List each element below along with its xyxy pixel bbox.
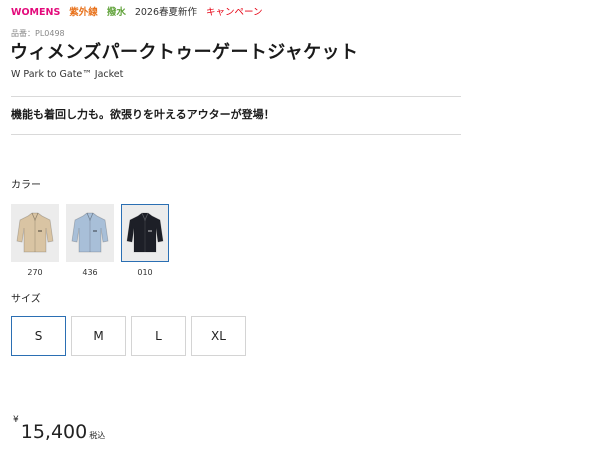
- swatch-code: 010: [137, 268, 153, 277]
- size-label: サイズ: [11, 294, 41, 305]
- swatch-code: 270: [27, 268, 43, 277]
- tag-water-repellent[interactable]: 撥水: [107, 7, 126, 19]
- price-amount: 15,400: [20, 421, 88, 443]
- price-tax-label: 税込: [89, 431, 106, 440]
- product-number: 品番：PL0498: [11, 29, 65, 39]
- tag-campaign[interactable]: キャンペーン: [206, 7, 263, 19]
- product-number-label: 品番：: [11, 29, 35, 38]
- swatch-thumbnail[interactable]: [66, 204, 114, 262]
- jacket-icon: [16, 212, 54, 253]
- size-button-xl[interactable]: XL: [191, 316, 246, 356]
- color-swatches: 270 436 010: [11, 204, 169, 278]
- product-title-en: W Park to Gate™ Jacket: [11, 69, 124, 80]
- jacket-icon: [71, 212, 109, 253]
- color-swatch-270[interactable]: 270: [11, 204, 59, 278]
- catch-copy: 機能も着回し力も。欲張りを叶えるアウターが登場！: [11, 108, 275, 121]
- color-swatch-436[interactable]: 436: [66, 204, 114, 278]
- tag-new-season[interactable]: 2026春夏新作: [135, 7, 197, 19]
- jacket-icon: [126, 212, 164, 253]
- product-title: ウィメンズパークトゥーゲートジャケット: [10, 42, 359, 63]
- size-button-l[interactable]: L: [131, 316, 186, 356]
- tag-uv[interactable]: 紫外線: [69, 7, 98, 19]
- product-tags: WOMENS 紫外線 撥水 2026春夏新作 キャンペーン: [11, 7, 263, 19]
- divider-top: [11, 96, 461, 97]
- price: ¥ 15,400 税込: [13, 414, 105, 444]
- price-currency: ¥: [13, 415, 19, 425]
- swatch-thumbnail[interactable]: [121, 204, 169, 262]
- divider-bottom: [11, 134, 461, 135]
- size-button-m[interactable]: M: [71, 316, 126, 356]
- color-label: カラー: [11, 180, 41, 191]
- tag-womens[interactable]: WOMENS: [11, 7, 60, 19]
- swatch-code: 436: [82, 268, 98, 277]
- product-detail-page: WOMENS 紫外線 撥水 2026春夏新作 キャンペーン 品番：PL0498 …: [0, 0, 600, 450]
- swatch-thumbnail[interactable]: [11, 204, 59, 262]
- size-button-s[interactable]: S: [11, 316, 66, 356]
- size-selector: S M L XL: [11, 316, 246, 356]
- color-swatch-010[interactable]: 010: [121, 204, 169, 278]
- product-number-value: PL0498: [35, 29, 65, 38]
